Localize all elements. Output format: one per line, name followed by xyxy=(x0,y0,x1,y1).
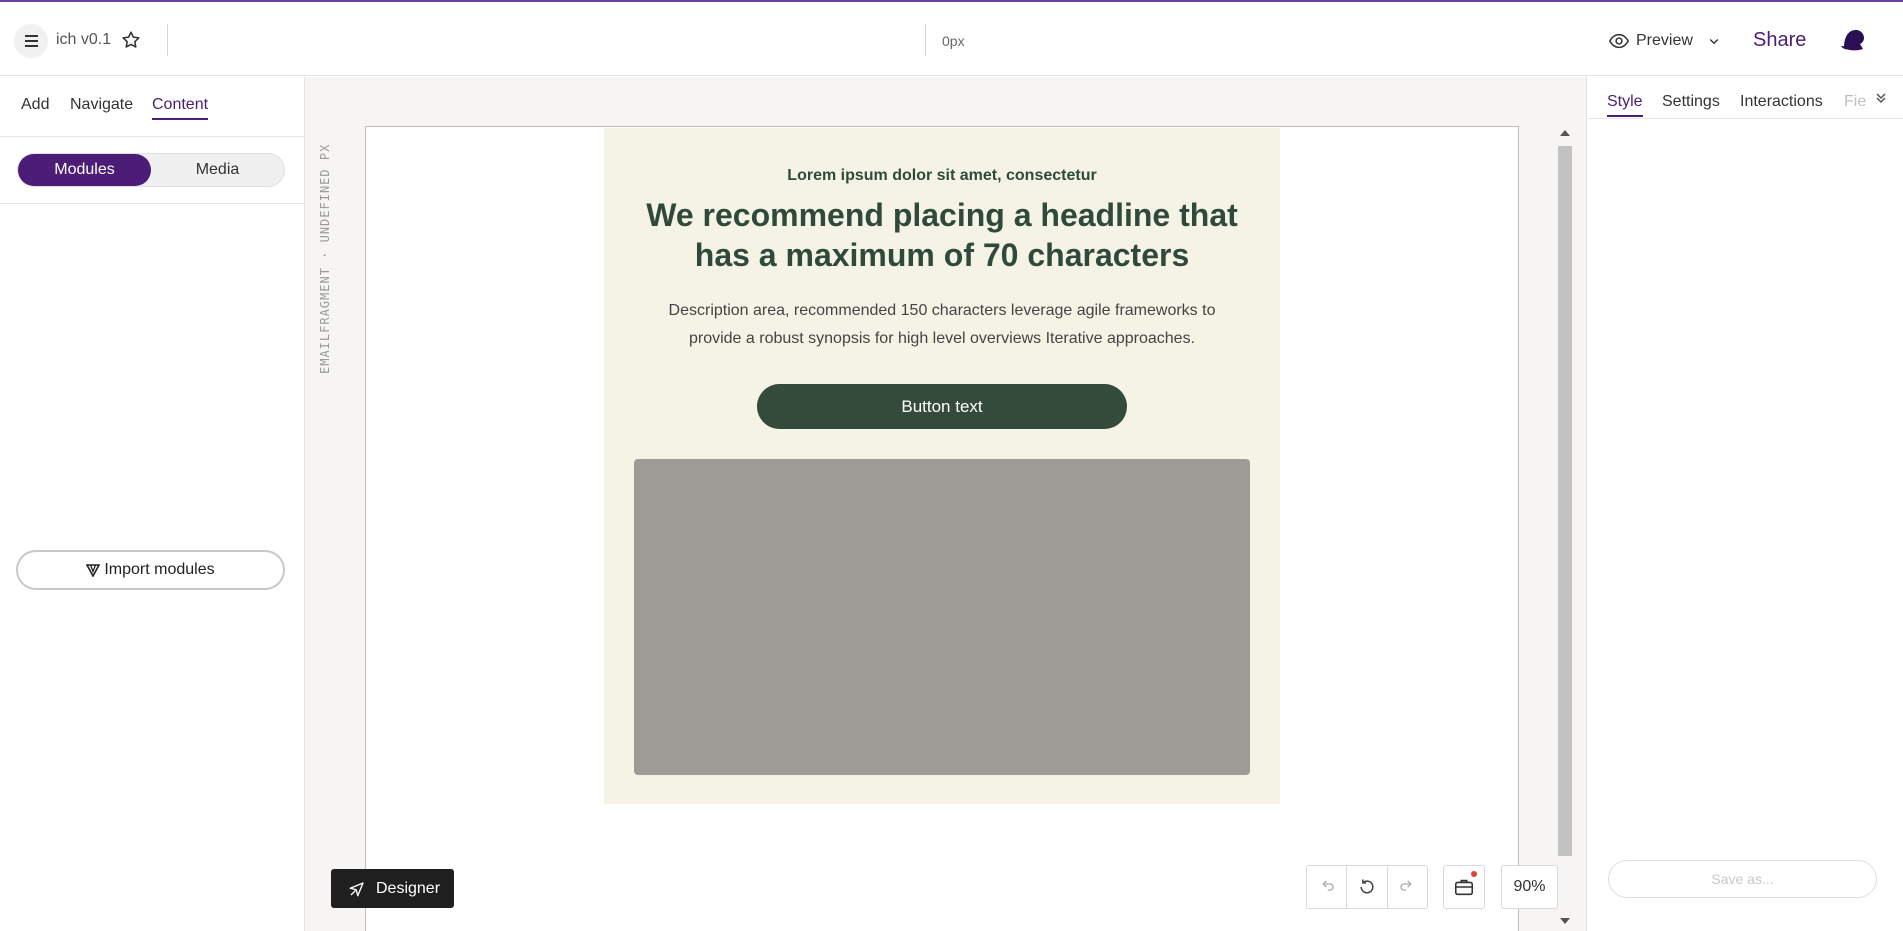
zoom-level[interactable]: 90% xyxy=(1501,865,1558,909)
notification-dot xyxy=(1471,871,1477,877)
eye-icon xyxy=(1608,33,1630,49)
chevron-down-icon xyxy=(1709,39,1719,45)
save-as-button[interactable]: Save as... xyxy=(1608,860,1877,898)
left-tabs: Add Navigate Content xyxy=(0,77,305,137)
scroll-up-icon[interactable] xyxy=(1560,130,1570,136)
preview-button[interactable]: Preview xyxy=(1608,26,1723,56)
redo-icon xyxy=(1400,880,1413,891)
preview-label: Preview xyxy=(1636,32,1693,49)
email-module[interactable]: Lorem ipsum dolor sit amet, consectetur … xyxy=(604,128,1280,804)
import-modules-button[interactable]: Import modules xyxy=(16,550,285,590)
segment-media[interactable]: Media xyxy=(151,154,284,186)
tab-content[interactable]: Content xyxy=(152,96,209,120)
double-chevron-down-icon[interactable] xyxy=(1874,91,1888,105)
email-headline[interactable]: We recommend placing a headline that has… xyxy=(634,195,1250,275)
designer-label: Designer xyxy=(376,879,441,897)
left-panel: Add Navigate Content Modules Media Impor… xyxy=(0,77,305,931)
undo-icon xyxy=(1321,880,1334,891)
briefcase-icon xyxy=(1454,879,1474,896)
right-tabs: Style Settings Interactions Fie xyxy=(1587,77,1903,119)
toolbar-divider xyxy=(167,24,168,56)
tab-style[interactable]: Style xyxy=(1607,93,1643,117)
scrollbar-thumb[interactable] xyxy=(1558,146,1572,856)
email-cta-button[interactable]: Button text xyxy=(757,384,1127,429)
width-readout: 0px xyxy=(942,33,965,49)
designer-button[interactable]: Designer xyxy=(331,869,454,908)
menu-icon[interactable] xyxy=(14,24,48,58)
top-bar: ich v0.1 0px Preview Share xyxy=(0,2,1903,76)
send-icon xyxy=(349,881,364,896)
toolbar-divider xyxy=(925,24,926,56)
avatar-icon[interactable] xyxy=(1836,22,1870,56)
tab-navigate[interactable]: Navigate xyxy=(70,96,133,118)
tab-fields[interactable]: Fie xyxy=(1844,93,1866,115)
app-title: ich v0.1 xyxy=(56,31,112,48)
email-eyebrow[interactable]: Lorem ipsum dolor sit amet, consectetur xyxy=(604,167,1280,185)
undo-button[interactable] xyxy=(1307,866,1348,908)
email-image-placeholder[interactable] xyxy=(634,459,1250,775)
fragment-label: EMAILFRAGMENT · UNDEFINED PX xyxy=(318,143,332,374)
right-panel: Style Settings Interactions Fie Save as.… xyxy=(1586,77,1903,931)
email-description[interactable]: Description area, recommended 150 charac… xyxy=(644,297,1240,353)
segment-modules[interactable]: Modules xyxy=(18,154,151,186)
tab-interactions[interactable]: Interactions xyxy=(1740,93,1823,115)
scroll-down-icon[interactable] xyxy=(1560,918,1570,924)
star-icon[interactable] xyxy=(120,29,142,51)
share-button[interactable]: Share xyxy=(1753,29,1806,52)
reset-icon xyxy=(1360,879,1374,894)
tab-add[interactable]: Add xyxy=(21,96,49,118)
reset-button[interactable] xyxy=(1347,866,1388,908)
import-modules-label: Import modules xyxy=(104,561,215,578)
import-icon xyxy=(86,564,101,577)
modules-media-toggle: Modules Media xyxy=(17,153,285,187)
tab-settings[interactable]: Settings xyxy=(1662,93,1720,115)
canvas-scrollbar[interactable] xyxy=(1556,126,1574,931)
panel-divider xyxy=(0,203,305,204)
history-controls xyxy=(1306,865,1428,909)
redo-button[interactable] xyxy=(1388,866,1427,908)
assets-button[interactable] xyxy=(1443,865,1485,909)
